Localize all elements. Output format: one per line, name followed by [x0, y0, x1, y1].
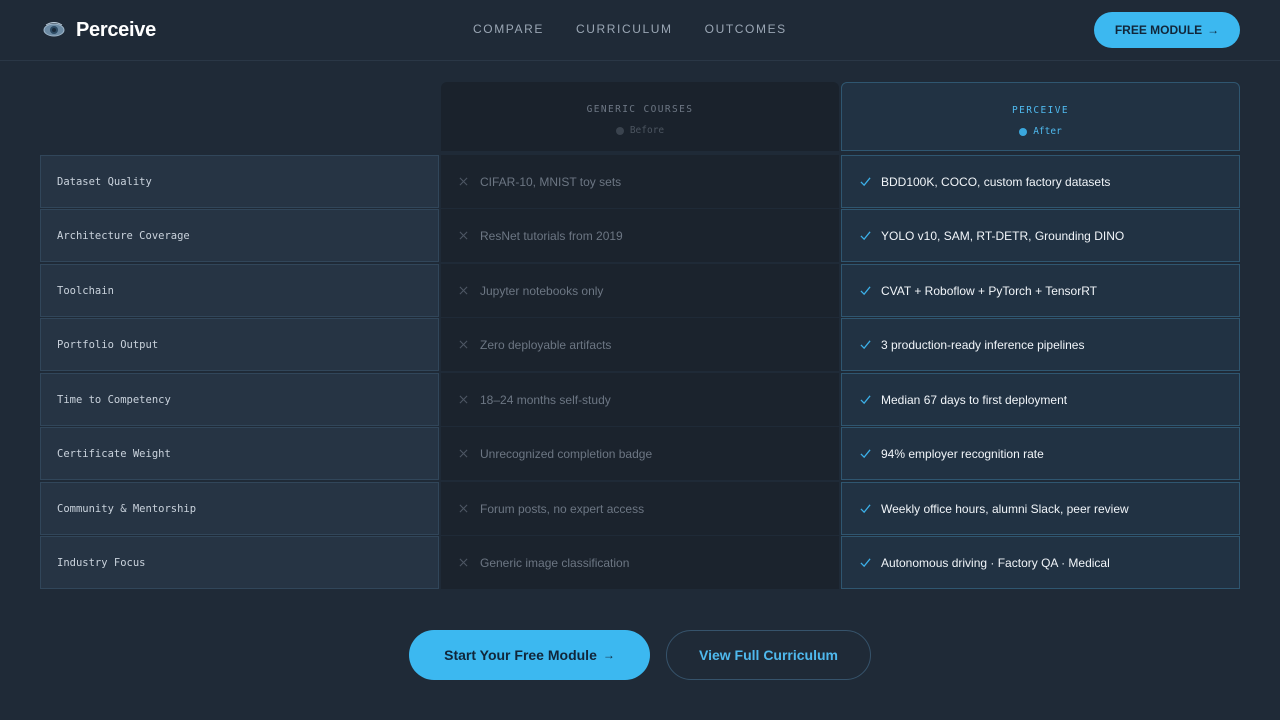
start-free-module-label: Start Your Free Module	[444, 647, 597, 663]
perceive-cell: Median 67 days to first deployment	[841, 373, 1240, 426]
table-row: Time to Competency 18–24 months self-stu…	[40, 373, 1240, 426]
perceive-cell: CVAT + Roboflow + PyTorch + TensorRT	[841, 264, 1240, 317]
perceive-column-header: PERCEIVE After	[841, 82, 1240, 151]
row-label: Dataset Quality	[40, 155, 439, 208]
perceive-cell-text: BDD100K, COCO, custom factory datasets	[881, 174, 1111, 189]
brand-logo[interactable]: Perceive	[42, 18, 156, 42]
generic-cell-text: 18–24 months self-study	[480, 392, 611, 407]
status-dot-icon	[1019, 127, 1028, 136]
arrow-right-icon: →	[602, 648, 615, 662]
perceive-cell: Weekly office hours, alumni Slack, peer …	[841, 482, 1240, 535]
check-icon	[860, 177, 871, 187]
generic-cell-text: Zero deployable artifacts	[480, 337, 612, 352]
x-icon	[459, 340, 468, 349]
table-row: Architecture Coverage ResNet tutorials f…	[40, 209, 1240, 262]
generic-cell-text: CIFAR-10, MNIST toy sets	[480, 174, 622, 189]
row-label: Portfolio Output	[40, 318, 439, 371]
check-icon	[860, 231, 871, 241]
perceive-cell-text: Autonomous driving · Factory QA · Medica…	[881, 555, 1110, 570]
check-icon	[860, 340, 871, 350]
generic-cell-text: Forum posts, no expert access	[480, 501, 645, 516]
perceive-status-label: After	[1033, 126, 1062, 137]
nav-outcomes[interactable]: OUTCOMES	[705, 22, 787, 36]
generic-column-status: Before	[441, 125, 839, 136]
generic-cell: Jupyter notebooks only	[441, 264, 839, 317]
x-icon	[459, 231, 468, 240]
perceive-cell-text: YOLO v10, SAM, RT-DETR, Grounding DINO	[881, 228, 1125, 243]
x-icon	[459, 449, 468, 458]
generic-cell: Zero deployable artifacts	[441, 318, 839, 371]
nav-compare[interactable]: COMPARE	[473, 22, 544, 36]
table-row: Dataset Quality CIFAR-10, MNIST toy sets…	[40, 155, 1240, 208]
generic-cell-text: Jupyter notebooks only	[480, 283, 604, 298]
free-module-label: FREE MODULE	[1114, 23, 1203, 37]
perceive-cell-text: CVAT + Roboflow + PyTorch + TensorRT	[881, 283, 1097, 298]
generic-cell: CIFAR-10, MNIST toy sets	[441, 155, 839, 208]
perceive-cell-text: Median 67 days to first deployment	[881, 392, 1068, 407]
nav-curriculum[interactable]: CURRICULUM	[576, 22, 673, 36]
start-free-module-button[interactable]: Start Your Free Module →	[409, 630, 650, 680]
generic-cell: Forum posts, no expert access	[441, 482, 839, 535]
table-row: Toolchain Jupyter notebooks only CVAT + …	[40, 264, 1240, 317]
perceive-cell-text: Weekly office hours, alumni Slack, peer …	[881, 501, 1129, 516]
x-icon	[459, 504, 468, 513]
free-module-button[interactable]: FREE MODULE →	[1094, 12, 1240, 48]
perceive-column-status: After	[842, 126, 1239, 137]
view-curriculum-label: View Full Curriculum	[699, 647, 838, 663]
eye-icon	[43, 22, 65, 37]
table-row: Certificate Weight Unrecognized completi…	[40, 427, 1240, 480]
generic-cell-text: ResNet tutorials from 2019	[480, 228, 623, 243]
check-icon	[860, 286, 871, 296]
row-label: Community & Mentorship	[40, 482, 439, 535]
row-label: Certificate Weight	[40, 427, 439, 480]
check-icon	[860, 504, 871, 514]
header: Perceive COMPARE CURRICULUM OUTCOMES FRE…	[0, 0, 1280, 61]
row-label: Architecture Coverage	[40, 209, 439, 262]
x-icon	[459, 286, 468, 295]
check-icon	[860, 395, 871, 405]
perceive-cell: BDD100K, COCO, custom factory datasets	[841, 155, 1240, 208]
generic-column-header: GENERIC COURSES Before	[441, 82, 839, 151]
generic-cell: 18–24 months self-study	[441, 373, 839, 426]
generic-cell: Unrecognized completion badge	[441, 427, 839, 480]
table-row: Industry Focus Generic image classificat…	[40, 536, 1240, 589]
row-label: Toolchain	[40, 264, 439, 317]
perceive-cell: Autonomous driving · Factory QA · Medica…	[841, 536, 1240, 589]
perceive-cell: 3 production-ready inference pipelines	[841, 318, 1240, 371]
generic-cell-text: Unrecognized completion badge	[480, 446, 653, 461]
perceive-cell-text: 94% employer recognition rate	[881, 446, 1044, 461]
status-dot-icon	[615, 126, 624, 135]
generic-cell: Generic image classification	[441, 536, 839, 589]
arrow-right-icon: →	[1207, 23, 1220, 37]
perceive-cell-text: 3 production-ready inference pipelines	[881, 337, 1085, 352]
x-icon	[459, 177, 468, 186]
generic-status-label: Before	[629, 125, 665, 136]
view-curriculum-button[interactable]: View Full Curriculum	[666, 630, 871, 680]
page: Perceive COMPARE CURRICULUM OUTCOMES FRE…	[0, 0, 1280, 720]
table-row: Community & Mentorship Forum posts, no e…	[40, 482, 1240, 535]
check-icon	[860, 449, 871, 459]
check-icon	[860, 558, 871, 568]
table-row: Portfolio Output Zero deployable artifac…	[40, 318, 1240, 371]
x-icon	[459, 558, 468, 567]
generic-cell-text: Generic image classification	[480, 555, 630, 570]
main-nav: COMPARE CURRICULUM OUTCOMES	[473, 22, 819, 36]
row-label: Industry Focus	[40, 536, 439, 589]
generic-cell: ResNet tutorials from 2019	[441, 209, 839, 262]
x-icon	[459, 395, 468, 404]
perceive-cell: YOLO v10, SAM, RT-DETR, Grounding DINO	[841, 209, 1240, 262]
perceive-cell: 94% employer recognition rate	[841, 427, 1240, 480]
brand-name: Perceive	[76, 18, 156, 41]
row-label: Time to Competency	[40, 373, 439, 426]
generic-column-title: GENERIC COURSES	[586, 104, 694, 115]
perceive-column-title: PERCEIVE	[1012, 105, 1069, 116]
